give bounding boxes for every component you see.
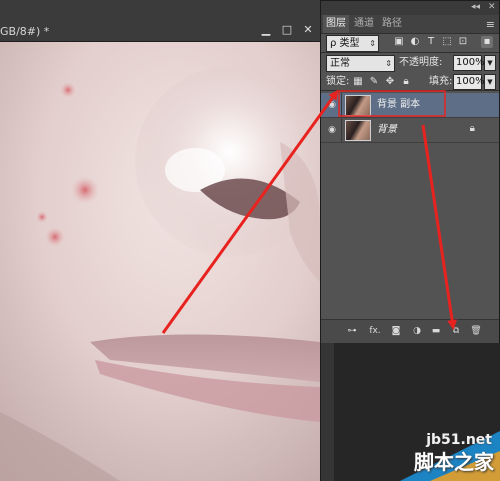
collapse-icon[interactable]: ◂◂ [471,2,480,12]
filter-kind-select[interactable]: ρ 类型 ⇕ [326,35,379,52]
vertical-scrollbar[interactable] [320,343,334,481]
panel-close-icon[interactable]: ✕ [488,2,496,12]
layers-panel: ◂◂ ✕ 图层 通道 路径 ≡ ρ 类型 ⇕ ▣ ◐ T ⬚ ⊡ ▪ 正常 ⇕ … [320,0,500,343]
filter-kind-label: ρ 类型 [330,38,360,49]
document-titlebar: GB/8#) * ▁ □ ✕ [0,0,320,42]
layers-list: ◉ 背景 副本 ◉ 背景 🔒︎ [321,91,499,319]
chevron-updown-icon: ⇕ [385,59,392,68]
face-photo [0,42,320,481]
adjustment-layer-icon[interactable]: ◑ [410,325,424,337]
layer-name: 背景 副本 [377,99,421,110]
layer-row-background[interactable]: ◉ 背景 🔒︎ [321,118,499,143]
delete-layer-icon[interactable]: 🗑︎ [469,325,483,337]
blend-mode-value: 正常 [330,58,350,69]
blend-mode-select[interactable]: 正常 ⇕ [326,55,395,72]
fill-input[interactable]: 100% [453,74,485,90]
new-group-icon[interactable]: ▬ [429,325,443,337]
opacity-label: 不透明度: [399,57,443,68]
divider [321,52,499,53]
lock-icon[interactable]: 🔒︎ [470,123,475,134]
panel-header-strip: ◂◂ ✕ [321,1,499,15]
link-layers-icon[interactable]: ⊶ [345,325,359,337]
document-canvas[interactable] [0,42,320,481]
fx-icon[interactable]: fx. [368,325,382,337]
add-mask-icon[interactable]: ◙ [389,325,403,337]
image-filter-icon[interactable]: ▣ [393,36,405,48]
smart-object-filter-icon[interactable]: ⊡ [457,36,469,48]
document-tab-title[interactable]: GB/8#) * [0,22,49,41]
panel-menu-icon[interactable]: ≡ [486,18,495,31]
eye-icon[interactable]: ◉ [326,99,338,111]
watermark: jb51.net 脚本之家 [340,411,500,481]
tab-paths[interactable]: 路径 [379,15,405,33]
layer-name: 背景 [377,124,397,135]
divider [341,93,342,117]
type-filter-icon[interactable]: T [425,36,437,48]
layer-row-background-copy[interactable]: ◉ 背景 副本 [321,93,499,118]
eye-icon[interactable]: ◉ [326,124,338,136]
tab-layers[interactable]: 图层 [323,15,349,33]
opacity-input[interactable]: 100% [453,55,485,71]
restore-icon[interactable]: □ [280,23,294,37]
panel-tabs: 图层 通道 路径 ≡ [321,15,499,34]
fill-dropdown-icon[interactable]: ▼ [484,74,496,90]
tab-channels[interactable]: 通道 [351,15,377,33]
lock-image-icon[interactable]: ✎ [368,76,380,88]
minimize-icon[interactable]: ▁ [259,23,273,37]
shape-filter-icon[interactable]: ⬚ [441,36,453,48]
divider [341,118,342,142]
lock-position-icon[interactable]: ✥ [384,76,396,88]
lock-transparent-icon[interactable]: ▦ [352,76,364,88]
lock-all-icon[interactable]: 🔒︎ [400,76,412,88]
fill-label: 填充: [429,76,453,87]
lock-label: 锁定: [326,76,350,87]
adjustment-filter-icon[interactable]: ◐ [409,36,421,48]
close-icon[interactable]: ✕ [301,23,315,37]
chevron-updown-icon: ⇕ [369,39,376,48]
layer-thumbnail [345,120,371,141]
opacity-dropdown-icon[interactable]: ▼ [484,55,496,71]
new-layer-icon[interactable]: ⧉ [449,325,463,337]
filter-toggle-icon[interactable]: ▪ [481,36,493,48]
watermark-name: 脚本之家 [414,450,494,474]
layer-thumbnail [345,95,371,116]
layers-panel-footer: ⊶ fx. ◙ ◑ ▬ ⧉ 🗑︎ [321,319,499,343]
